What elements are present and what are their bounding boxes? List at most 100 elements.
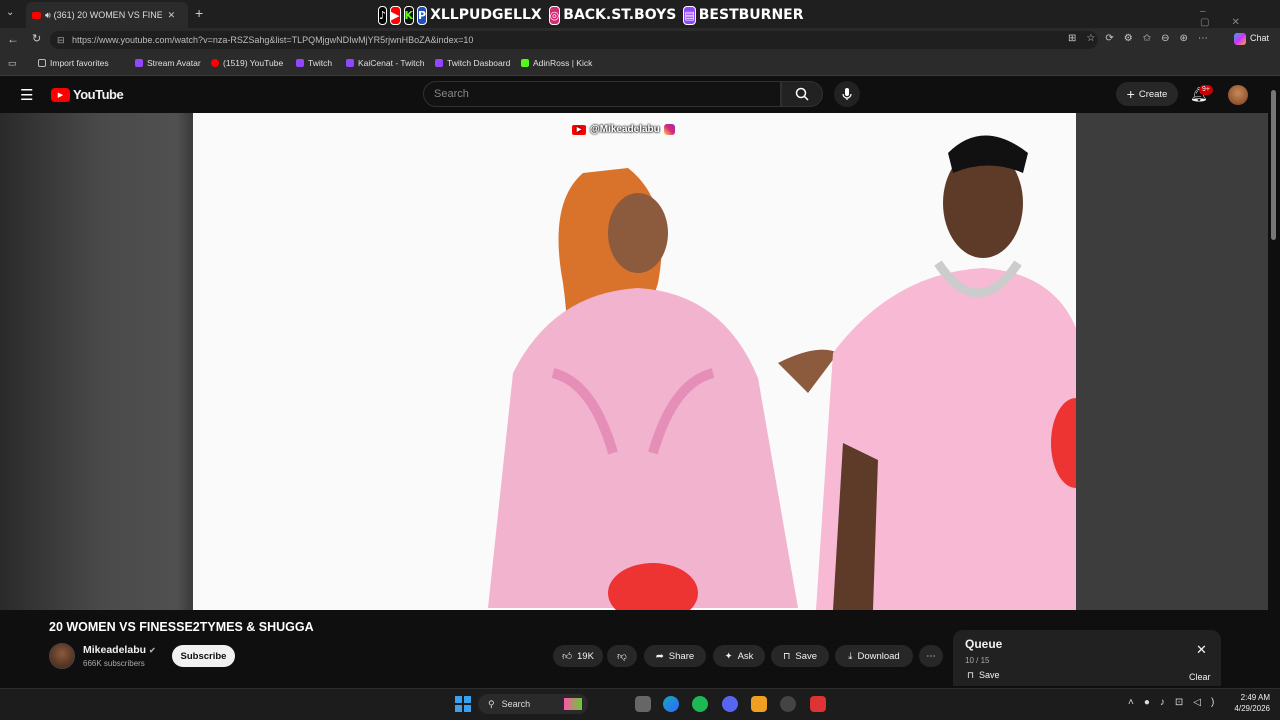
queue-panel: Queue 10 / 15 ✕ ⊓ Save Clear	[953, 630, 1221, 686]
kick-favicon-icon	[521, 59, 529, 67]
share-arrow-icon: ➦	[655, 650, 664, 662]
woman-face	[608, 193, 668, 273]
ask-label: Ask	[737, 650, 754, 662]
thumbs-down-icon: 👎︎	[617, 651, 627, 662]
tab-close-icon[interactable]: ✕	[168, 10, 176, 21]
tab-title: (361) 20 WOMEN VS FINESSE	[53, 10, 162, 20]
overlay-handle-1: XLLPUDGELLX	[430, 7, 542, 23]
thumbs-up-icon: 👍︎	[562, 651, 573, 662]
browser-tab-active[interactable]: 🔊︎ (361) 20 WOMEN VS FINESSE ✕	[26, 2, 188, 28]
woman-pink-jacket	[488, 288, 798, 608]
dislike-button[interactable]: 👎︎	[607, 645, 637, 667]
overlay-handle-3: BESTBURNER	[698, 7, 804, 23]
clock-date: 4/29/2026	[1234, 704, 1270, 713]
twitch-favicon-icon	[135, 59, 143, 67]
spotify-icon[interactable]	[692, 696, 708, 712]
bookmark-twitch[interactable]: Twitch	[296, 58, 332, 68]
bookmark-label: KaiCenat - Twitch	[358, 58, 425, 68]
folder-icon	[38, 59, 46, 67]
copilot-icon	[1234, 33, 1246, 45]
kick-icon: K	[403, 5, 415, 25]
tab-list-chevron-icon[interactable]: ⌄	[6, 7, 14, 18]
reading-view-icon[interactable]: ▭	[8, 58, 17, 69]
scrollbar-thumb[interactable]	[1271, 90, 1276, 240]
search-icon	[795, 87, 809, 101]
ask-button[interactable]: ✦ Ask	[713, 645, 765, 667]
subscribe-button[interactable]: Subscribe	[172, 645, 235, 667]
create-button[interactable]: + Create	[1116, 82, 1178, 106]
search-icon: ⚲	[488, 698, 495, 709]
obs-icon[interactable]	[780, 696, 796, 712]
save-button[interactable]: ⊓ Save	[771, 645, 829, 667]
app-icon[interactable]	[810, 696, 826, 712]
account-avatar[interactable]	[1228, 85, 1248, 105]
bookmark-twitch-dashboard[interactable]: Twitch Dasboard	[435, 58, 510, 68]
channel-avatar[interactable]	[49, 643, 75, 669]
verified-check-icon: ✔	[148, 646, 156, 655]
search-button[interactable]	[781, 81, 823, 107]
bookmark-import-favorites[interactable]: Import favorites	[38, 58, 109, 68]
window-controls[interactable]: –▢✕	[1200, 6, 1280, 28]
channel-name[interactable]: Mikeadelabu ✔	[83, 644, 156, 656]
url-text: https://www.youtube.com/watch?v=nza-RSZS…	[72, 35, 474, 45]
copilot-chat-button[interactable]: Chat	[1234, 33, 1269, 45]
download-icon: ⤓	[848, 650, 853, 662]
youtube-logo[interactable]: ▶ YouTube	[51, 87, 124, 102]
bookmark-label: Import favorites	[50, 58, 109, 68]
url-field[interactable]: ⊟ https://www.youtube.com/watch?v=nza-RS…	[50, 31, 1098, 49]
bookmark-kaicenat[interactable]: KaiCenat - Twitch	[346, 58, 424, 68]
queue-clear-button[interactable]: Clear	[1189, 672, 1211, 682]
microphone-icon	[842, 88, 852, 100]
site-info-icon[interactable]: ⊟	[57, 31, 65, 49]
bookmark-stream-avatar[interactable]: Stream Avatar	[135, 58, 201, 68]
bookmark-youtube[interactable]: (1519) YouTube	[211, 58, 283, 68]
channel-name-text: Mikeadelabu	[83, 644, 147, 656]
instagram-icon	[663, 124, 675, 135]
browser-tab-bar: ⌄ 🔊︎ (361) 20 WOMEN VS FINESSE ✕ + ♪ ▶ K…	[0, 0, 1280, 28]
system-tray-icons[interactable]: ˄●♪⊡◁)	[1128, 697, 1224, 708]
like-count: 19K	[577, 650, 594, 662]
speaker-icon[interactable]: 🔊︎	[45, 10, 51, 21]
back-icon[interactable]: ←	[7, 32, 19, 46]
discord-icon[interactable]	[722, 696, 738, 712]
instagram-icon: ◎	[548, 5, 561, 25]
download-button[interactable]: ⤓ Download	[835, 645, 913, 667]
more-dots-icon: ⋯	[926, 650, 936, 662]
queue-save-button[interactable]: ⊓ Save	[967, 670, 1000, 681]
taskbar-search-label: Search	[501, 699, 531, 709]
twitch-favicon-icon	[346, 59, 354, 67]
queue-close-icon[interactable]: ✕	[1196, 642, 1207, 658]
woman-hand	[778, 349, 838, 393]
voice-search-button[interactable]	[834, 81, 860, 107]
task-view-icon[interactable]	[635, 696, 651, 712]
new-tab-button[interactable]: +	[195, 5, 203, 21]
bookmark-icon: ⊓	[782, 650, 791, 662]
more-actions-button[interactable]: ⋯	[919, 645, 943, 667]
youtube-play-icon: ▶	[51, 87, 70, 102]
playstation-icon: P	[417, 5, 428, 25]
like-button[interactable]: 👍︎ 19K	[553, 645, 603, 667]
bookmark-adinross-kick[interactable]: AdinRoss | Kick	[521, 58, 592, 68]
windows-start-icon[interactable]	[455, 696, 471, 712]
file-explorer-icon[interactable]	[751, 696, 767, 712]
page-scrollbar[interactable]	[1268, 76, 1280, 688]
search-input[interactable]: Search	[423, 81, 781, 107]
overlay-handle-2: BACK.ST.BOYS	[563, 7, 677, 23]
taskbar-search[interactable]: ⚲ Search	[478, 694, 588, 714]
hamburger-menu-icon[interactable]: ☰	[20, 86, 33, 104]
create-label: Create	[1138, 88, 1168, 100]
edge-icon[interactable]	[663, 696, 679, 712]
taskbar-clock[interactable]: 2:49 AM 4/29/2026	[1222, 692, 1270, 714]
tiktok-icon: ♪	[378, 5, 388, 25]
share-button[interactable]: ➦ Share	[644, 645, 706, 667]
search-highlight-icon	[564, 698, 582, 710]
logo-text: YouTube	[73, 87, 124, 102]
watermark-text: @Mikeadelabu	[590, 124, 660, 135]
save-label: Save	[795, 650, 818, 662]
bookmark-label: AdinRoss | Kick	[533, 58, 593, 68]
video-frame[interactable]	[193, 113, 1076, 610]
chat-label: Chat	[1250, 33, 1270, 43]
youtube-favicon-icon	[32, 11, 41, 19]
refresh-icon[interactable]: ↻	[32, 32, 41, 45]
toolbar-icons[interactable]: ⊞☆⟳⚙✩⊖⊛⋯	[1068, 33, 1218, 44]
